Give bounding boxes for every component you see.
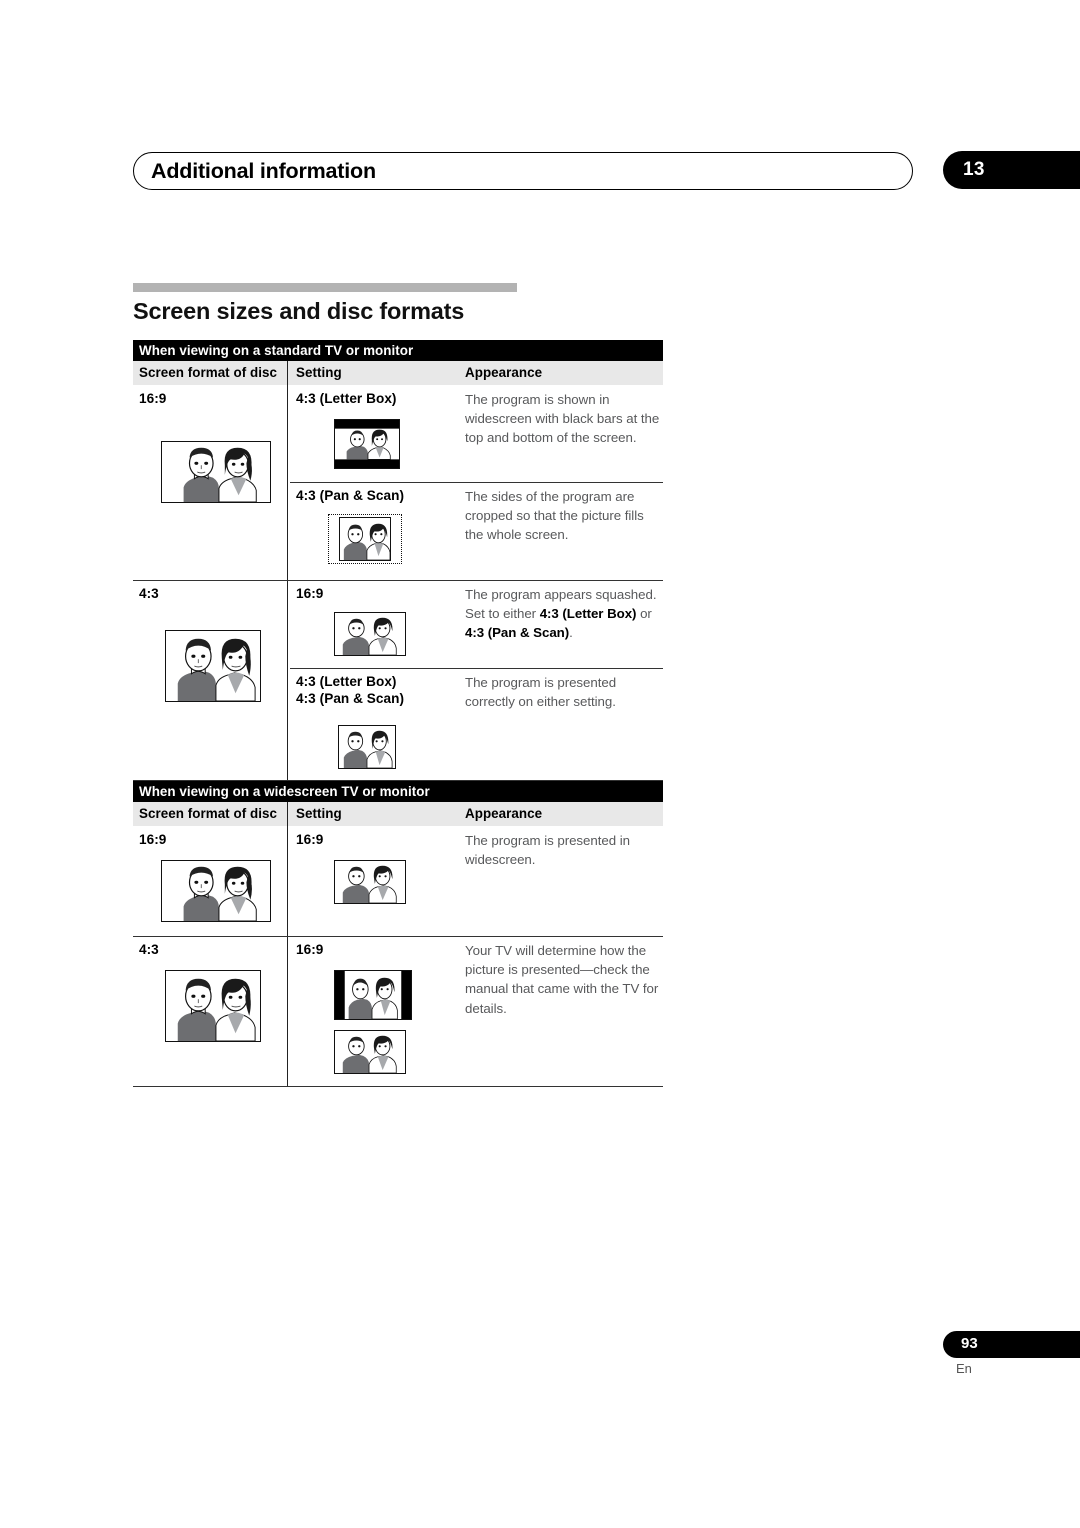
tv-16x9-full-illustration xyxy=(161,860,290,922)
table-widescreen-tv: When viewing on a widescreen TV or monit… xyxy=(133,781,663,1088)
column-header-setting: Setting xyxy=(296,806,342,821)
cell-setting: 16:9 xyxy=(290,936,460,1086)
setting-label: 16:9 xyxy=(296,832,324,847)
tv-letterbox-illustration xyxy=(334,419,460,469)
cell-appearance: The program appears squashed. Set to eit… xyxy=(460,580,663,668)
cell-setting: 4:3 (Letter Box) 4:3 (Pan & Scan) xyxy=(290,668,460,780)
cell-appearance: The program is shown in widescreen with … xyxy=(460,385,663,482)
disc-format-label: 16:9 xyxy=(139,832,167,847)
table-row: 16:9 xyxy=(133,826,663,936)
page-number-badge: 93 xyxy=(943,1331,1080,1358)
tv-panscan-illustration xyxy=(328,514,460,566)
cell-appearance: The sides of the program are cropped so … xyxy=(460,482,663,580)
cell-appearance: The program is presented correctly on ei… xyxy=(460,668,663,780)
table-row: 16:9 xyxy=(133,385,663,580)
table-grid: Screen format of disc Setting Appearance… xyxy=(133,361,663,782)
disc-format-label: 4:3 xyxy=(139,942,159,957)
cell-disc-format: 4:3 xyxy=(133,936,290,1086)
appearance-text: The sides of the program are cropped so … xyxy=(465,489,644,543)
setting-label: 16:9 xyxy=(296,586,324,601)
tv-squashed-illustration xyxy=(334,612,460,656)
column-header-disc: Screen format of disc xyxy=(139,365,277,380)
table-subrow: 4:3 (Letter Box) 4:3 (Pan & Scan) The pr… xyxy=(290,668,663,780)
table-grid: Screen format of disc Setting Appearance… xyxy=(133,802,663,1088)
table-band-title: When viewing on a standard TV or monitor xyxy=(133,340,663,361)
table-subrow: 16:9 The program appears squashed. Set t… xyxy=(290,580,663,668)
tv-16x9-small-illustration xyxy=(334,1030,460,1074)
table-header-row: Screen format of disc Setting Appearance xyxy=(133,802,663,826)
setting-label-secondary: 4:3 (Pan & Scan) xyxy=(296,691,405,706)
table-standard-tv: When viewing on a standard TV or monitor… xyxy=(133,340,663,782)
chapter-title: Additional information xyxy=(151,159,376,183)
column-header-setting: Setting xyxy=(296,365,342,380)
tv-pillarbox-illustration xyxy=(334,970,460,1020)
cell-setting: 16:9 xyxy=(290,580,460,668)
table-subrow: 4:3 (Letter Box) The program is shown in… xyxy=(290,385,663,482)
table-row: 4:3 xyxy=(133,580,663,780)
tv-16x9-small-illustration xyxy=(334,860,460,904)
chapter-number-badge: 13 xyxy=(943,151,1080,189)
table-header-row: Screen format of disc Setting Appearance xyxy=(133,361,663,385)
appearance-text: The program is presented in widescreen. xyxy=(465,833,630,868)
tv-4x3-full-illustration xyxy=(165,970,290,1042)
appearance-text: Your TV will determine how the picture i… xyxy=(465,943,659,1016)
column-header-appearance: Appearance xyxy=(465,806,543,821)
chapter-number-label: 13 xyxy=(963,159,985,180)
column-header-disc: Screen format of disc xyxy=(139,806,277,821)
table-band-title: When viewing on a widescreen TV or monit… xyxy=(133,781,663,802)
disc-format-label: 4:3 xyxy=(139,586,159,601)
page-number-label: 93 xyxy=(961,1335,978,1352)
tv-4x3-full-illustration xyxy=(165,630,290,702)
cell-disc-format: 16:9 xyxy=(133,826,290,936)
table-row: 4:3 xyxy=(133,936,663,1086)
setting-label: 4:3 (Pan & Scan) xyxy=(296,488,405,503)
appearance-text: The program is presented correctly on ei… xyxy=(465,675,617,710)
cell-disc-format: 4:3 xyxy=(133,580,290,780)
cell-setting: 4:3 (Letter Box) xyxy=(290,385,460,482)
cell-appearance: The program is presented in widescreen. xyxy=(460,826,663,936)
cell-setting: 4:3 (Pan & Scan) xyxy=(290,482,460,580)
chapter-header: Additional information xyxy=(133,152,913,190)
language-code-label: En xyxy=(956,1361,972,1376)
tv-4x3-small-illustration xyxy=(338,725,460,769)
tv-16x9-full-illustration xyxy=(161,441,290,503)
cell-appearance: Your TV will determine how the picture i… xyxy=(460,936,663,1086)
cell-disc-format: 16:9 xyxy=(133,385,290,580)
appearance-text: The program is shown in widescreen with … xyxy=(465,392,660,446)
setting-label: 16:9 xyxy=(296,942,324,957)
disc-format-label: 16:9 xyxy=(139,391,167,406)
table-bottom-rule xyxy=(133,1086,663,1088)
panscan-dotted-frame xyxy=(328,514,402,564)
appearance-text: The program appears squashed. Set to eit… xyxy=(465,587,657,641)
setting-label: 4:3 (Letter Box) xyxy=(296,391,397,406)
section-divider-rule xyxy=(133,283,517,292)
setting-label: 4:3 (Letter Box) xyxy=(296,674,397,689)
column-header-appearance: Appearance xyxy=(465,365,543,380)
page-title: Screen sizes and disc formats xyxy=(133,298,465,324)
table-subrow: 4:3 (Pan & Scan) The sides of the progra… xyxy=(290,482,663,580)
cell-setting: 16:9 xyxy=(290,826,460,936)
